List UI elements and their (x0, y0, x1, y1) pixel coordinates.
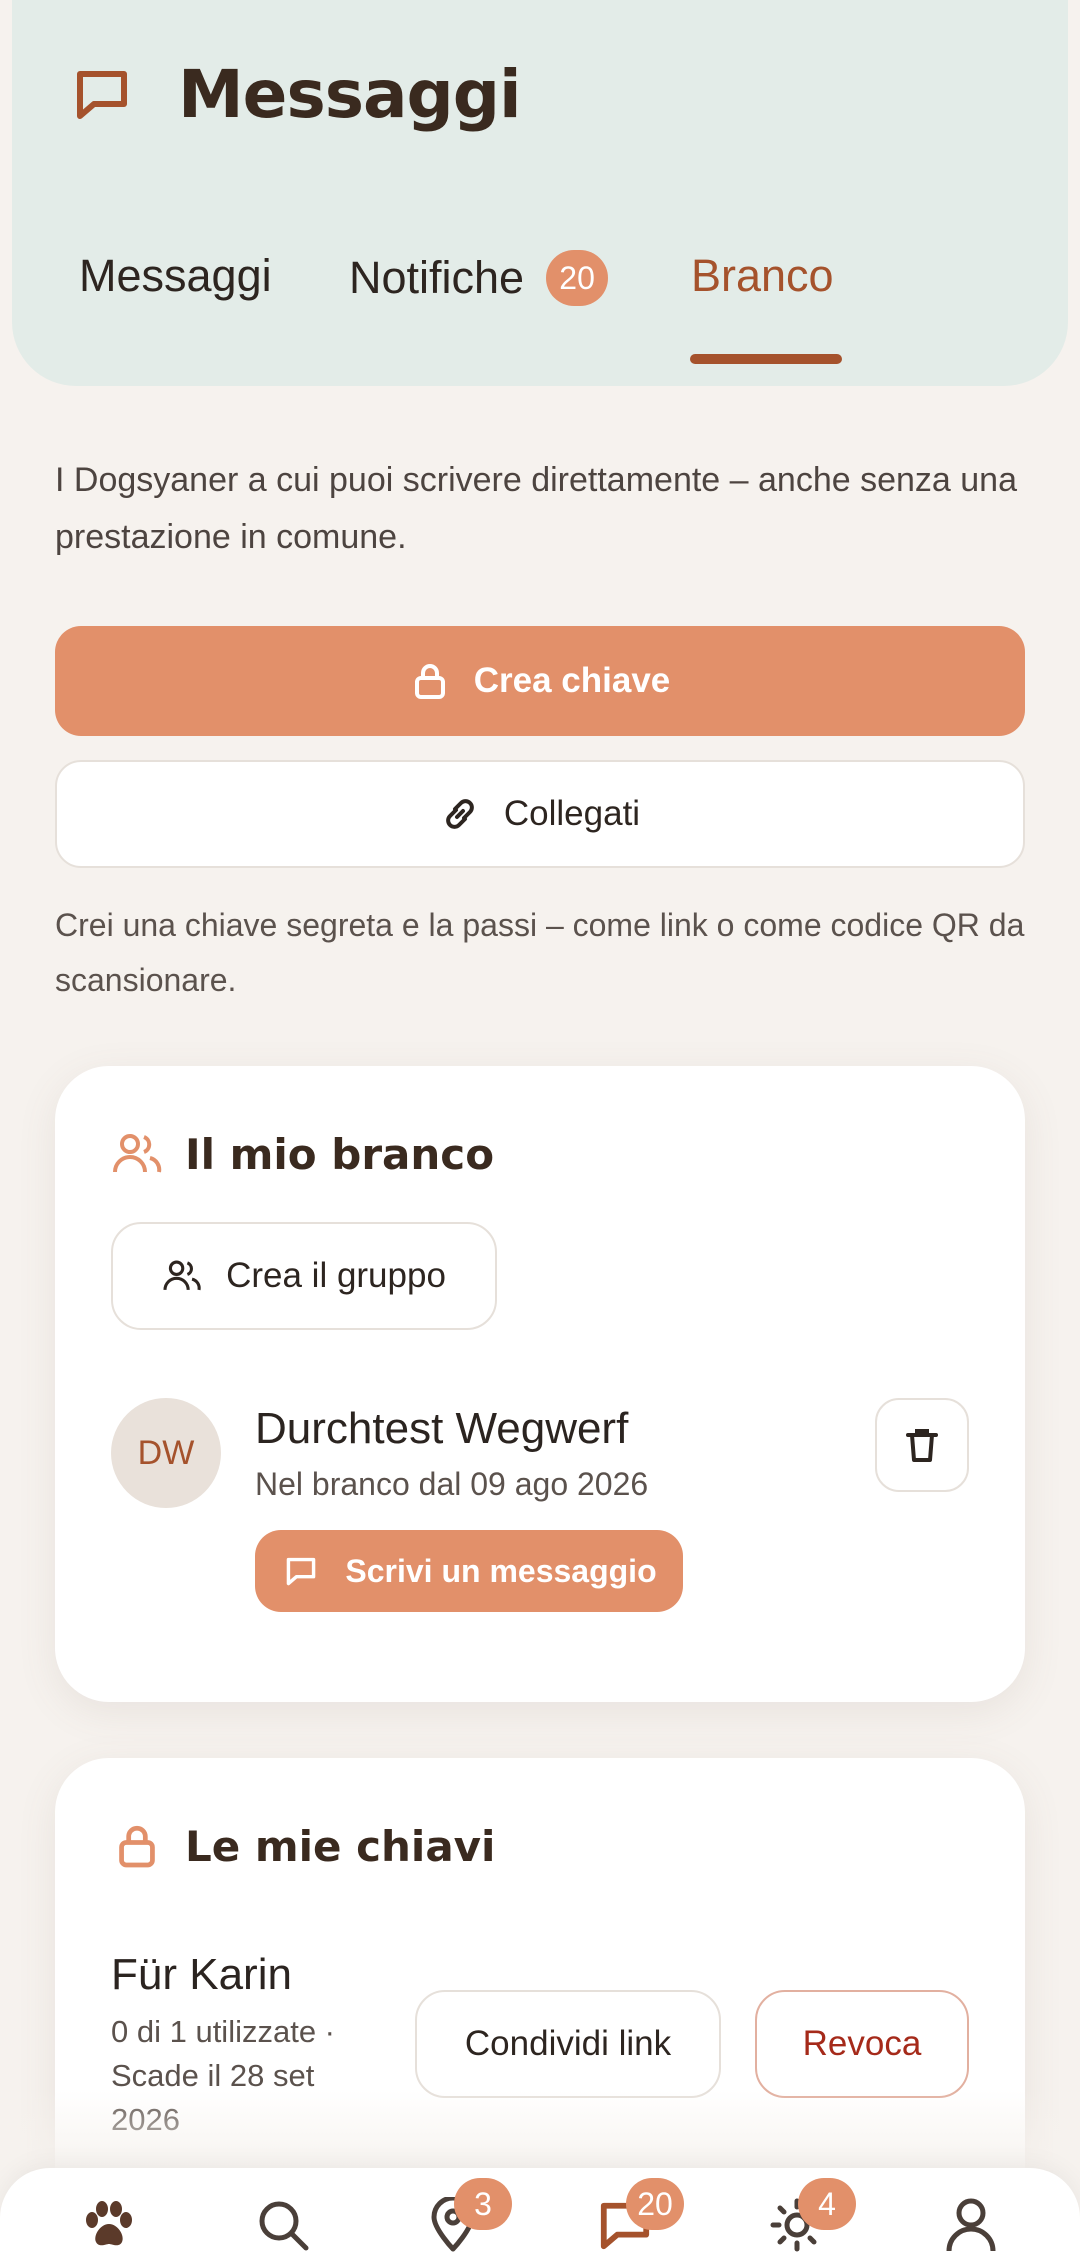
write-message-button[interactable]: Scrivi un messaggio (255, 1530, 683, 1612)
nav-badge: 4 (798, 2178, 856, 2230)
delete-member-button[interactable] (875, 1398, 969, 1492)
header-title-row: Messaggi (74, 54, 522, 134)
nav-activity[interactable]: 4 (762, 2178, 856, 2260)
trash-icon (905, 1427, 939, 1463)
nav-messages[interactable]: 20 (590, 2178, 684, 2260)
nav-map[interactable]: 3 (418, 2178, 512, 2260)
lock-icon (410, 661, 450, 701)
nav-badge: 3 (454, 2178, 512, 2230)
key-name: Für Karin (111, 1950, 292, 1999)
paw-icon (82, 2200, 136, 2250)
profile-icon (945, 2197, 997, 2253)
users-icon (111, 1128, 163, 1180)
create-key-button[interactable]: Crea chiave (55, 626, 1025, 736)
page-title: Messaggi (178, 55, 522, 133)
tab-branco[interactable]: Branco (691, 250, 834, 302)
chat-icon (281, 1551, 321, 1591)
revoke-label: Revoca (802, 2024, 922, 2063)
member-name: Durchtest Wegwerf (255, 1404, 629, 1453)
chat-icon (74, 54, 150, 134)
create-key-label: Crea chiave (473, 661, 671, 700)
users-icon (162, 1256, 202, 1296)
intro-text: I Dogsyaner a cui puoi scrivere direttam… (55, 461, 1017, 556)
share-link-label: Condividi link (464, 2024, 672, 2063)
scroll-fade (0, 2090, 1080, 2170)
tab-notifiche[interactable]: Notifiche 20 (349, 250, 609, 306)
avatar: DW (111, 1398, 221, 1508)
my-pack-card: Il mio branco Crea il gruppo DW Durchtes… (55, 1066, 1025, 1702)
nav-search[interactable] (248, 2190, 318, 2260)
bottom-nav: 3 20 4 (0, 2168, 1080, 2268)
notification-count-badge: 20 (546, 250, 609, 306)
revoke-button[interactable]: Revoca (755, 1990, 969, 2098)
create-group-button[interactable]: Crea il gruppo (111, 1222, 497, 1330)
nav-home[interactable] (74, 2190, 144, 2260)
nav-badge: 20 (626, 2178, 684, 2230)
connect-label: Collegati (503, 794, 641, 833)
lock-icon (111, 1820, 163, 1872)
search-icon (256, 2198, 310, 2252)
connect-button[interactable]: Collegati (55, 760, 1025, 868)
write-message-label: Scrivi un messaggio (345, 1552, 657, 1589)
nav-profile[interactable] (936, 2190, 1006, 2260)
active-tab-indicator (690, 354, 842, 364)
header: Messaggi Messaggi Notifiche 20 Branco (12, 0, 1068, 386)
tab-label: Notifiche (349, 252, 525, 303)
create-group-label: Crea il gruppo (226, 1256, 446, 1295)
tab-label: Branco (691, 250, 834, 301)
share-link-button[interactable]: Condividi link (415, 1990, 721, 2098)
link-icon (440, 794, 480, 834)
member-since: Nel branco dal 09 ago 2026 (255, 1466, 649, 1502)
my-keys-title: Le mie chiavi (185, 1821, 496, 1871)
my-keys-header: Le mie chiavi (111, 1820, 495, 1872)
my-pack-header: Il mio branco (111, 1128, 494, 1180)
key-hint-text: Crei una chiave segreta e la passi – com… (55, 907, 1025, 998)
my-pack-title: Il mio branco (185, 1129, 495, 1179)
tab-label: Messaggi (79, 250, 272, 301)
tab-messaggi[interactable]: Messaggi (79, 250, 272, 302)
